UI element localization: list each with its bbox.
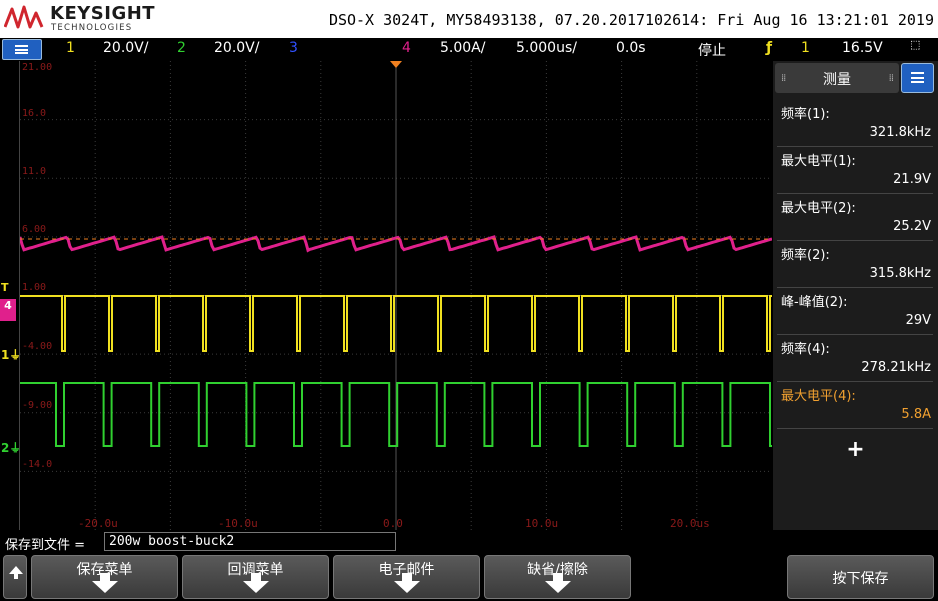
down-arrow-icon: [91, 573, 118, 593]
y-label: 21.00: [22, 62, 53, 73]
time-label: -20.0u: [78, 517, 118, 530]
trigger-source[interactable]: 1: [801, 40, 810, 56]
brand-subtitle: TECHNOLOGIES: [51, 23, 133, 33]
usb-icon: ⬚: [910, 38, 921, 51]
trigger-edge-icon: ƒ: [766, 40, 773, 56]
measurement-value: 5.8A: [901, 407, 931, 422]
measurement-item[interactable]: 频率(1): 321.8kHz: [777, 99, 933, 147]
y-label: 16.0: [22, 108, 47, 119]
down-arrow-icon: [242, 573, 269, 593]
time-label: 10.0u: [525, 517, 559, 530]
trigger-level[interactable]: 16.5V: [842, 40, 883, 56]
keysight-wave-icon: [4, 5, 44, 29]
timebase[interactable]: 5.000us/: [516, 40, 577, 56]
ch2-number[interactable]: 2: [177, 40, 186, 56]
measurement-panel: ⁞⁞ 测量 ⁞⁞ 频率(1): 321.8kHz 最大电平(1): 21.9V …: [773, 61, 938, 530]
y-label: 6.00: [22, 224, 47, 235]
ch4-scale[interactable]: 5.00A/: [440, 40, 485, 56]
run-state: 停止: [698, 43, 726, 59]
measurement-item[interactable]: 最大电平(1): 21.9V: [777, 146, 933, 194]
header-bar: KEYSIGHT TECHNOLOGIES DSO-X 3024T, MY584…: [0, 0, 938, 38]
email-softkey[interactable]: 电子邮件: [333, 555, 480, 599]
trigger-position-marker: [390, 61, 402, 68]
main-menu-button[interactable]: [2, 39, 42, 60]
y-label: -4.00: [22, 341, 53, 352]
ch1-scale[interactable]: 20.0V/: [103, 40, 148, 56]
measurement-label: 频率(1):: [781, 107, 830, 122]
drag-handle-icon[interactable]: ⁞⁞: [889, 73, 894, 84]
measurement-label: 频率(2):: [781, 248, 830, 263]
time-label: 20.0us: [670, 517, 710, 530]
brand-name: KEYSIGHT: [50, 3, 156, 24]
measurement-label: 最大电平(2):: [781, 201, 856, 216]
y-label: -9.00: [22, 400, 53, 411]
panel-title: 测量: [823, 72, 851, 88]
measurement-item[interactable]: 最大电平(4): 5.8A: [777, 381, 933, 429]
up-arrow-icon: [9, 566, 23, 579]
softkey-label: 按下保存: [832, 571, 889, 587]
measurement-item[interactable]: 频率(2): 315.8kHz: [777, 240, 933, 288]
waveform-canvas: [20, 61, 772, 530]
measurement-label: 频率(4):: [781, 342, 830, 357]
measurement-item[interactable]: 峰-峰值(2): 29V: [777, 287, 933, 335]
status-bar: 1 20.0V/ 2 20.0V/ 3 4 5.00A/ 5.000us/ 0.…: [0, 38, 938, 60]
time-label: -10.0u: [218, 517, 258, 530]
y-label: -14.0: [22, 459, 53, 470]
default-erase-softkey[interactable]: 缺省/擦除: [484, 555, 631, 599]
device-info: DSO-X 3024T, MY58493138, 07.20.201710261…: [328, 11, 934, 29]
softkey-bar: 保存菜单 回调菜单 电子邮件 缺省/擦除 按下保存: [0, 553, 938, 601]
panel-header[interactable]: ⁞⁞ 测量 ⁞⁞: [775, 63, 899, 93]
waveform-display[interactable]: 21.00 16.0 11.0 6.00 1.00 -4.00 -9.00 -1…: [19, 61, 772, 530]
y-label: 11.0: [22, 166, 47, 177]
time-label: 0.0: [383, 517, 403, 530]
keysight-logo: KEYSIGHT TECHNOLOGIES: [4, 3, 155, 36]
save-menu-softkey[interactable]: 保存菜单: [31, 555, 178, 599]
measurement-value: 315.8kHz: [869, 266, 931, 281]
measurement-item[interactable]: 频率(4): 278.21kHz: [777, 334, 933, 382]
panel-menu-button[interactable]: [901, 63, 934, 93]
measurement-value: 321.8kHz: [869, 125, 931, 140]
filename-field[interactable]: 200w boost-buck2: [104, 532, 396, 551]
add-measurement-button[interactable]: +: [773, 437, 938, 462]
ch4-number[interactable]: 4: [402, 40, 411, 56]
down-arrow-icon: [393, 573, 420, 593]
save-bar: 保存到文件 = 200w boost-buck2: [0, 531, 938, 553]
measurement-label: 最大电平(4):: [781, 389, 856, 404]
ch2-scale[interactable]: 20.0V/: [214, 40, 259, 56]
ch4-ground-marker[interactable]: 4: [0, 299, 16, 321]
measurement-label: 最大电平(1):: [781, 154, 856, 169]
back-button[interactable]: [3, 555, 27, 599]
measurement-value: 21.9V: [893, 172, 931, 187]
measurement-value: 25.2V: [893, 219, 931, 234]
measurement-value: 29V: [905, 313, 931, 328]
press-to-save-softkey[interactable]: 按下保存: [787, 555, 934, 599]
ch3-number[interactable]: 3: [289, 40, 298, 56]
ch1-number[interactable]: 1: [66, 40, 75, 56]
delay[interactable]: 0.0s: [616, 40, 646, 56]
save-to-file-label: 保存到文件 =: [5, 538, 86, 553]
measurement-item[interactable]: 最大电平(2): 25.2V: [777, 193, 933, 241]
y-label: 1.00: [22, 282, 47, 293]
measurement-label: 峰-峰值(2):: [781, 295, 848, 310]
measurement-value: 278.21kHz: [861, 360, 931, 375]
trigger-level-marker[interactable]: T: [1, 281, 9, 294]
recall-menu-softkey[interactable]: 回调菜单: [182, 555, 329, 599]
down-arrow-icon: [544, 573, 571, 593]
